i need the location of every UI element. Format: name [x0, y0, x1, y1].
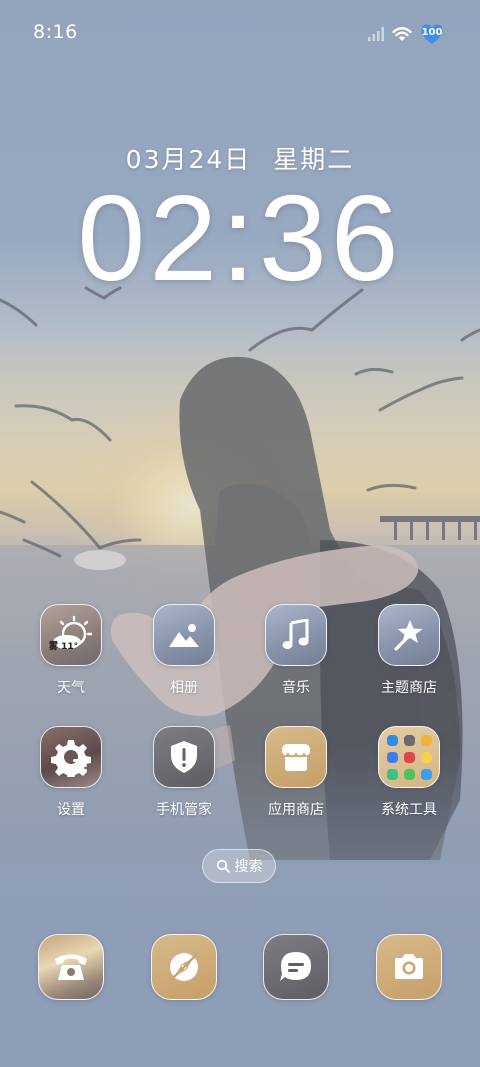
theme-store-icon [378, 604, 440, 666]
wifi-icon [392, 27, 412, 41]
dock-messages[interactable] [263, 934, 329, 1000]
clock-widget[interactable]: 02:36 [0, 168, 480, 308]
cellular-signal-icon [368, 27, 384, 41]
folder-mini-icon [403, 734, 415, 746]
folder-mini-icon [403, 751, 415, 763]
system-tools-folder-icon [378, 726, 440, 788]
app-app-store[interactable]: 应用商店 [246, 726, 346, 836]
app-label: 主题商店 [381, 680, 437, 696]
folder-mini-icon [420, 734, 432, 746]
dock-browser[interactable] [151, 934, 217, 1000]
status-time: 8:16 [33, 21, 78, 43]
folder-mini-icon [420, 751, 432, 763]
camera-icon [376, 934, 442, 1000]
dock-camera[interactable] [376, 934, 442, 1000]
settings-gear-icon [40, 726, 102, 788]
app-label: 应用商店 [268, 802, 324, 818]
search-label: 搜索 [234, 859, 263, 875]
compass-icon [151, 934, 217, 1000]
music-note-icon [265, 604, 327, 666]
phone-icon [38, 934, 104, 1000]
battery-indicator: 100 [420, 23, 444, 45]
security-shield-icon [153, 726, 215, 788]
status-icons: 100 [368, 22, 444, 46]
search-button[interactable]: 搜索 [202, 849, 276, 883]
gallery-icon [153, 604, 215, 666]
folder-mini-icon [386, 751, 398, 763]
app-system-tools-folder[interactable]: 系统工具 [359, 726, 459, 836]
app-label: 音乐 [282, 680, 310, 696]
folder-mini-icon [420, 768, 432, 780]
weather-fog-icon: 雾 11° [40, 604, 102, 666]
app-settings[interactable]: 设置 [21, 726, 121, 836]
messages-icon [263, 934, 329, 1000]
battery-level: 100 [421, 27, 443, 38]
app-label: 天气 [57, 680, 85, 696]
weather-badge: 雾 11° [49, 642, 79, 652]
app-label: 相册 [170, 680, 198, 696]
app-label: 系统工具 [381, 802, 437, 818]
folder-mini-icon [403, 768, 415, 780]
folder-mini-icon [386, 734, 398, 746]
app-music[interactable]: 音乐 [246, 604, 346, 714]
status-bar: 8:16 100 [0, 0, 480, 68]
app-theme-store[interactable]: 主题商店 [359, 604, 459, 714]
folder-preview-grid [386, 734, 432, 780]
folder-mini-icon [386, 768, 398, 780]
home-screen: 8:16 100 03月24日 星期二 02:36 雾 11° 天气 相册 音乐… [0, 0, 480, 1067]
dock-phone[interactable] [38, 934, 104, 1000]
app-phone-manager[interactable]: 手机管家 [134, 726, 234, 836]
app-gallery[interactable]: 相册 [134, 604, 234, 714]
app-weather[interactable]: 雾 11° 天气 [21, 604, 121, 714]
app-label: 手机管家 [156, 802, 212, 818]
app-store-icon [265, 726, 327, 788]
search-icon [216, 859, 230, 873]
app-label: 设置 [57, 802, 85, 818]
